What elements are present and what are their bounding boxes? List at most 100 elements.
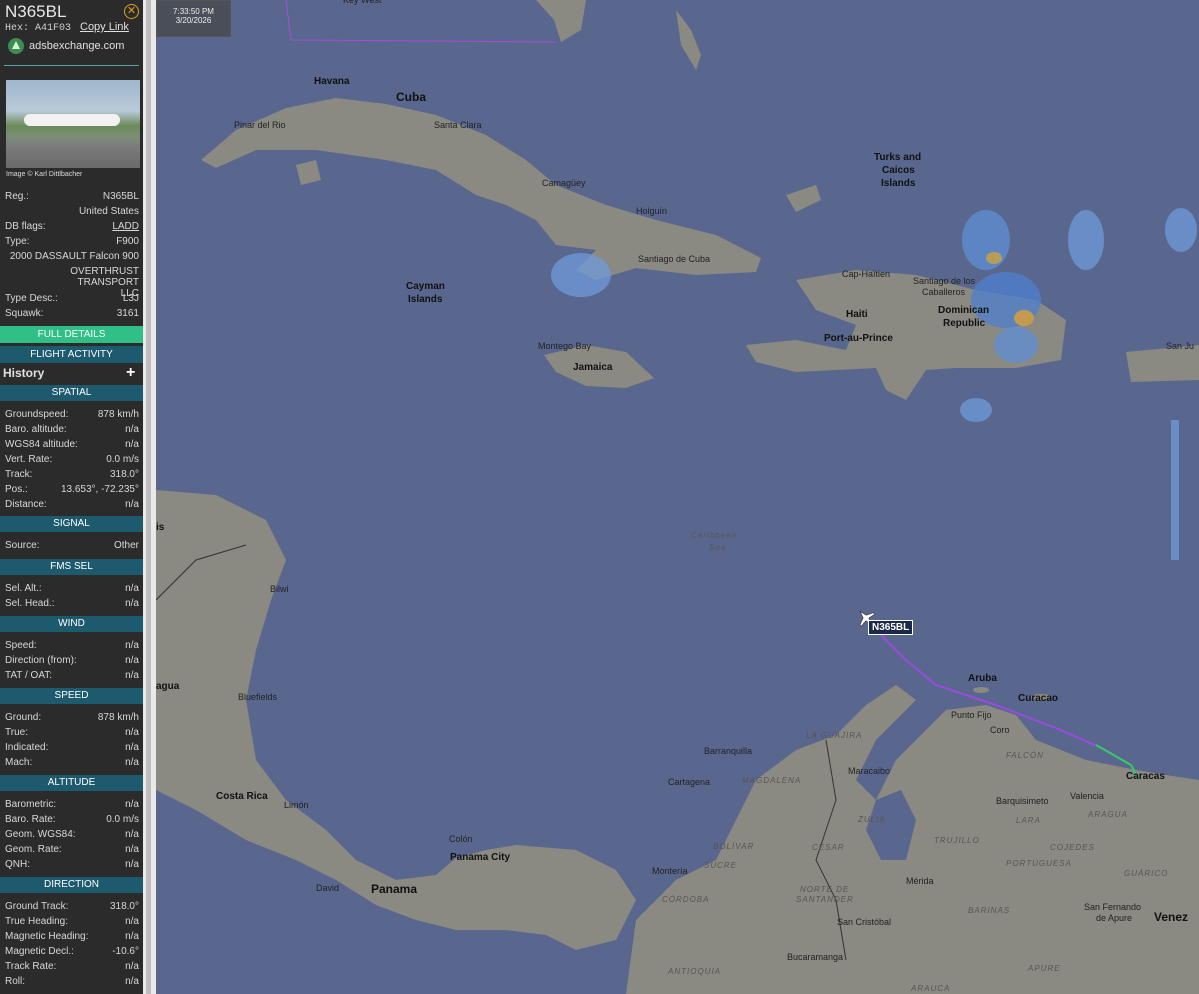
map-label-san-fernando: San Fernando (1084, 902, 1142, 912)
aircraft-photo[interactable]: Image © Karl Dittlbacher (6, 80, 140, 178)
data-key: Geom. WGS84: (5, 829, 76, 840)
data-value: -10.6° (112, 946, 139, 957)
map-label-barinas: BARINAS (968, 906, 1011, 915)
map-label-camaguey: Camagüey (542, 178, 586, 188)
data-value: n/a (125, 670, 139, 681)
data-key: Track: (5, 469, 33, 480)
map-label-port-au-prince: Port-au-Prince (824, 333, 893, 344)
panel-splitter[interactable] (143, 0, 156, 994)
data-key: Groundspeed: (5, 409, 69, 420)
data-value: n/a (125, 424, 139, 435)
map-label-montego: Montego Bay (538, 341, 592, 351)
map-label-dominican: Dominican (938, 305, 990, 316)
map-label-santiago: Santiago de Cuba (638, 254, 711, 264)
data-key: Ground: (5, 712, 42, 723)
data-value: n/a (125, 961, 139, 972)
data-value: n/a (125, 727, 139, 738)
data-value: n/a (125, 976, 139, 987)
map-label-caribbean: Caribbean (691, 531, 737, 540)
section-header-wind[interactable]: WIND (0, 616, 143, 632)
data-value: n/a (125, 844, 139, 855)
data-key: Ground Track: (5, 901, 69, 912)
aircraft-map-label[interactable]: N365BL (868, 620, 914, 635)
map-label-agua: agua (156, 681, 180, 692)
data-key: Vert. Rate: (5, 454, 53, 465)
data-value: n/a (125, 439, 139, 450)
map-label-republic: Republic (943, 318, 986, 329)
map-label-bilwi: Bilwi (270, 584, 289, 594)
map-label-bolivar: BOLÍVAR (713, 842, 755, 851)
section-header-fms[interactable]: FMS SEL (0, 559, 143, 575)
map-label-antioquia: ANTIOQUIA (668, 967, 722, 976)
adsbexchange-label: adsbexchange.com (29, 40, 125, 52)
data-key: Speed: (5, 640, 37, 651)
map-label-san-juan: San Ju (1166, 341, 1195, 351)
map-label-aruba: Aruba (968, 673, 997, 684)
map-canvas[interactable] (156, 0, 1199, 994)
map-label-cayman2: Islands (408, 294, 443, 305)
data-value: n/a (125, 757, 139, 768)
section-header-spatial[interactable]: SPATIAL (0, 385, 143, 401)
history-expand-icon[interactable]: + (126, 364, 135, 382)
map-label-santander: SANTANDER (796, 895, 854, 904)
map-label-colon: Colón (449, 834, 473, 844)
photo-credit: Image © Karl Dittlbacher (6, 171, 83, 178)
info-key: Squawk: (5, 308, 44, 319)
map-label-islands: Islands (881, 178, 916, 189)
map-label-holguin: Holguín (636, 206, 668, 216)
data-key: QNH: (5, 859, 30, 870)
map-label-norte: NORTE DE (800, 885, 850, 894)
info-value: L3J (122, 293, 139, 304)
section-header-direction[interactable]: DIRECTION (0, 877, 143, 893)
adsbexchange-link[interactable]: adsbexchange.com (8, 38, 124, 54)
history-label: History (3, 366, 45, 380)
data-key: Magnetic Heading: (5, 931, 89, 942)
full-details-button[interactable]: FULL DETAILS (0, 326, 143, 343)
map-label-de-apure: de Apure (1096, 913, 1133, 923)
time-display: 7:33:50 PM 3/20/2026 (156, 0, 231, 37)
data-key: Roll: (5, 976, 26, 987)
map-label-lara: LARA (1016, 816, 1041, 825)
data-key: Baro. altitude: (5, 424, 67, 435)
section-header-altitude[interactable]: ALTITUDE (0, 775, 143, 791)
close-icon[interactable]: ✕ (124, 4, 139, 19)
map-label-cesar: CESAR (812, 843, 845, 852)
map-label-key-west: Key West (343, 0, 382, 5)
data-key: Geom. Rate: (5, 844, 62, 855)
data-key: Sel. Head.: (5, 598, 55, 609)
section-header-signal[interactable]: SIGNAL (0, 516, 143, 532)
map-label-costa-rica: Costa Rica (216, 791, 268, 802)
copy-link-button[interactable]: Copy Link (80, 21, 129, 33)
map-label-jamaica: Jamaica (573, 362, 613, 373)
map-label-david: David (316, 883, 340, 893)
map-label-monteria: Montería (652, 866, 688, 876)
map-label-venez: Venez (1154, 910, 1189, 924)
info-value: United States (78, 206, 139, 217)
data-key: Baro. Rate: (5, 814, 56, 825)
map-label-caicos: Caicos (882, 165, 915, 176)
map-label-la-guajira: LA GUAJIRA (806, 731, 863, 740)
map-label-apure: APURE (1028, 964, 1061, 973)
map-label-cartagena: Cartagena (668, 777, 711, 787)
map-label-sea: Sea (709, 543, 727, 552)
data-key: Magnetic Decl.: (5, 946, 74, 957)
map-label-cuba: Cuba (396, 90, 426, 104)
data-value: n/a (125, 499, 139, 510)
data-value: n/a (125, 859, 139, 870)
flight-activity-button[interactable]: FLIGHT ACTIVITY (0, 346, 143, 363)
data-value: 878 km/h (97, 409, 139, 420)
splitter-handle[interactable] (146, 0, 151, 994)
section-header-speed[interactable]: SPEED (0, 688, 143, 704)
data-key: TAT / OAT: (5, 670, 53, 681)
aircraft-photo-plane (24, 114, 120, 126)
info-value[interactable]: LADD (112, 221, 139, 232)
map-label-aragua: ARAGUA (1088, 810, 1128, 819)
map-view[interactable]: 7:33:50 PM 3/20/2026 N365BL Key West Hava… (156, 0, 1199, 994)
map-label-bucaramanga: Bucaramanga (787, 952, 844, 962)
info-value: 2000 DASSAULT Falcon 900 (9, 251, 139, 262)
map-label-coro: Coro (990, 725, 1010, 735)
data-key: Source: (5, 540, 40, 551)
map-label-trujillo: TRUJILLO (934, 836, 980, 845)
map-label-panama: Panama (371, 882, 418, 896)
date-value: 3/20/2026 (175, 16, 212, 25)
